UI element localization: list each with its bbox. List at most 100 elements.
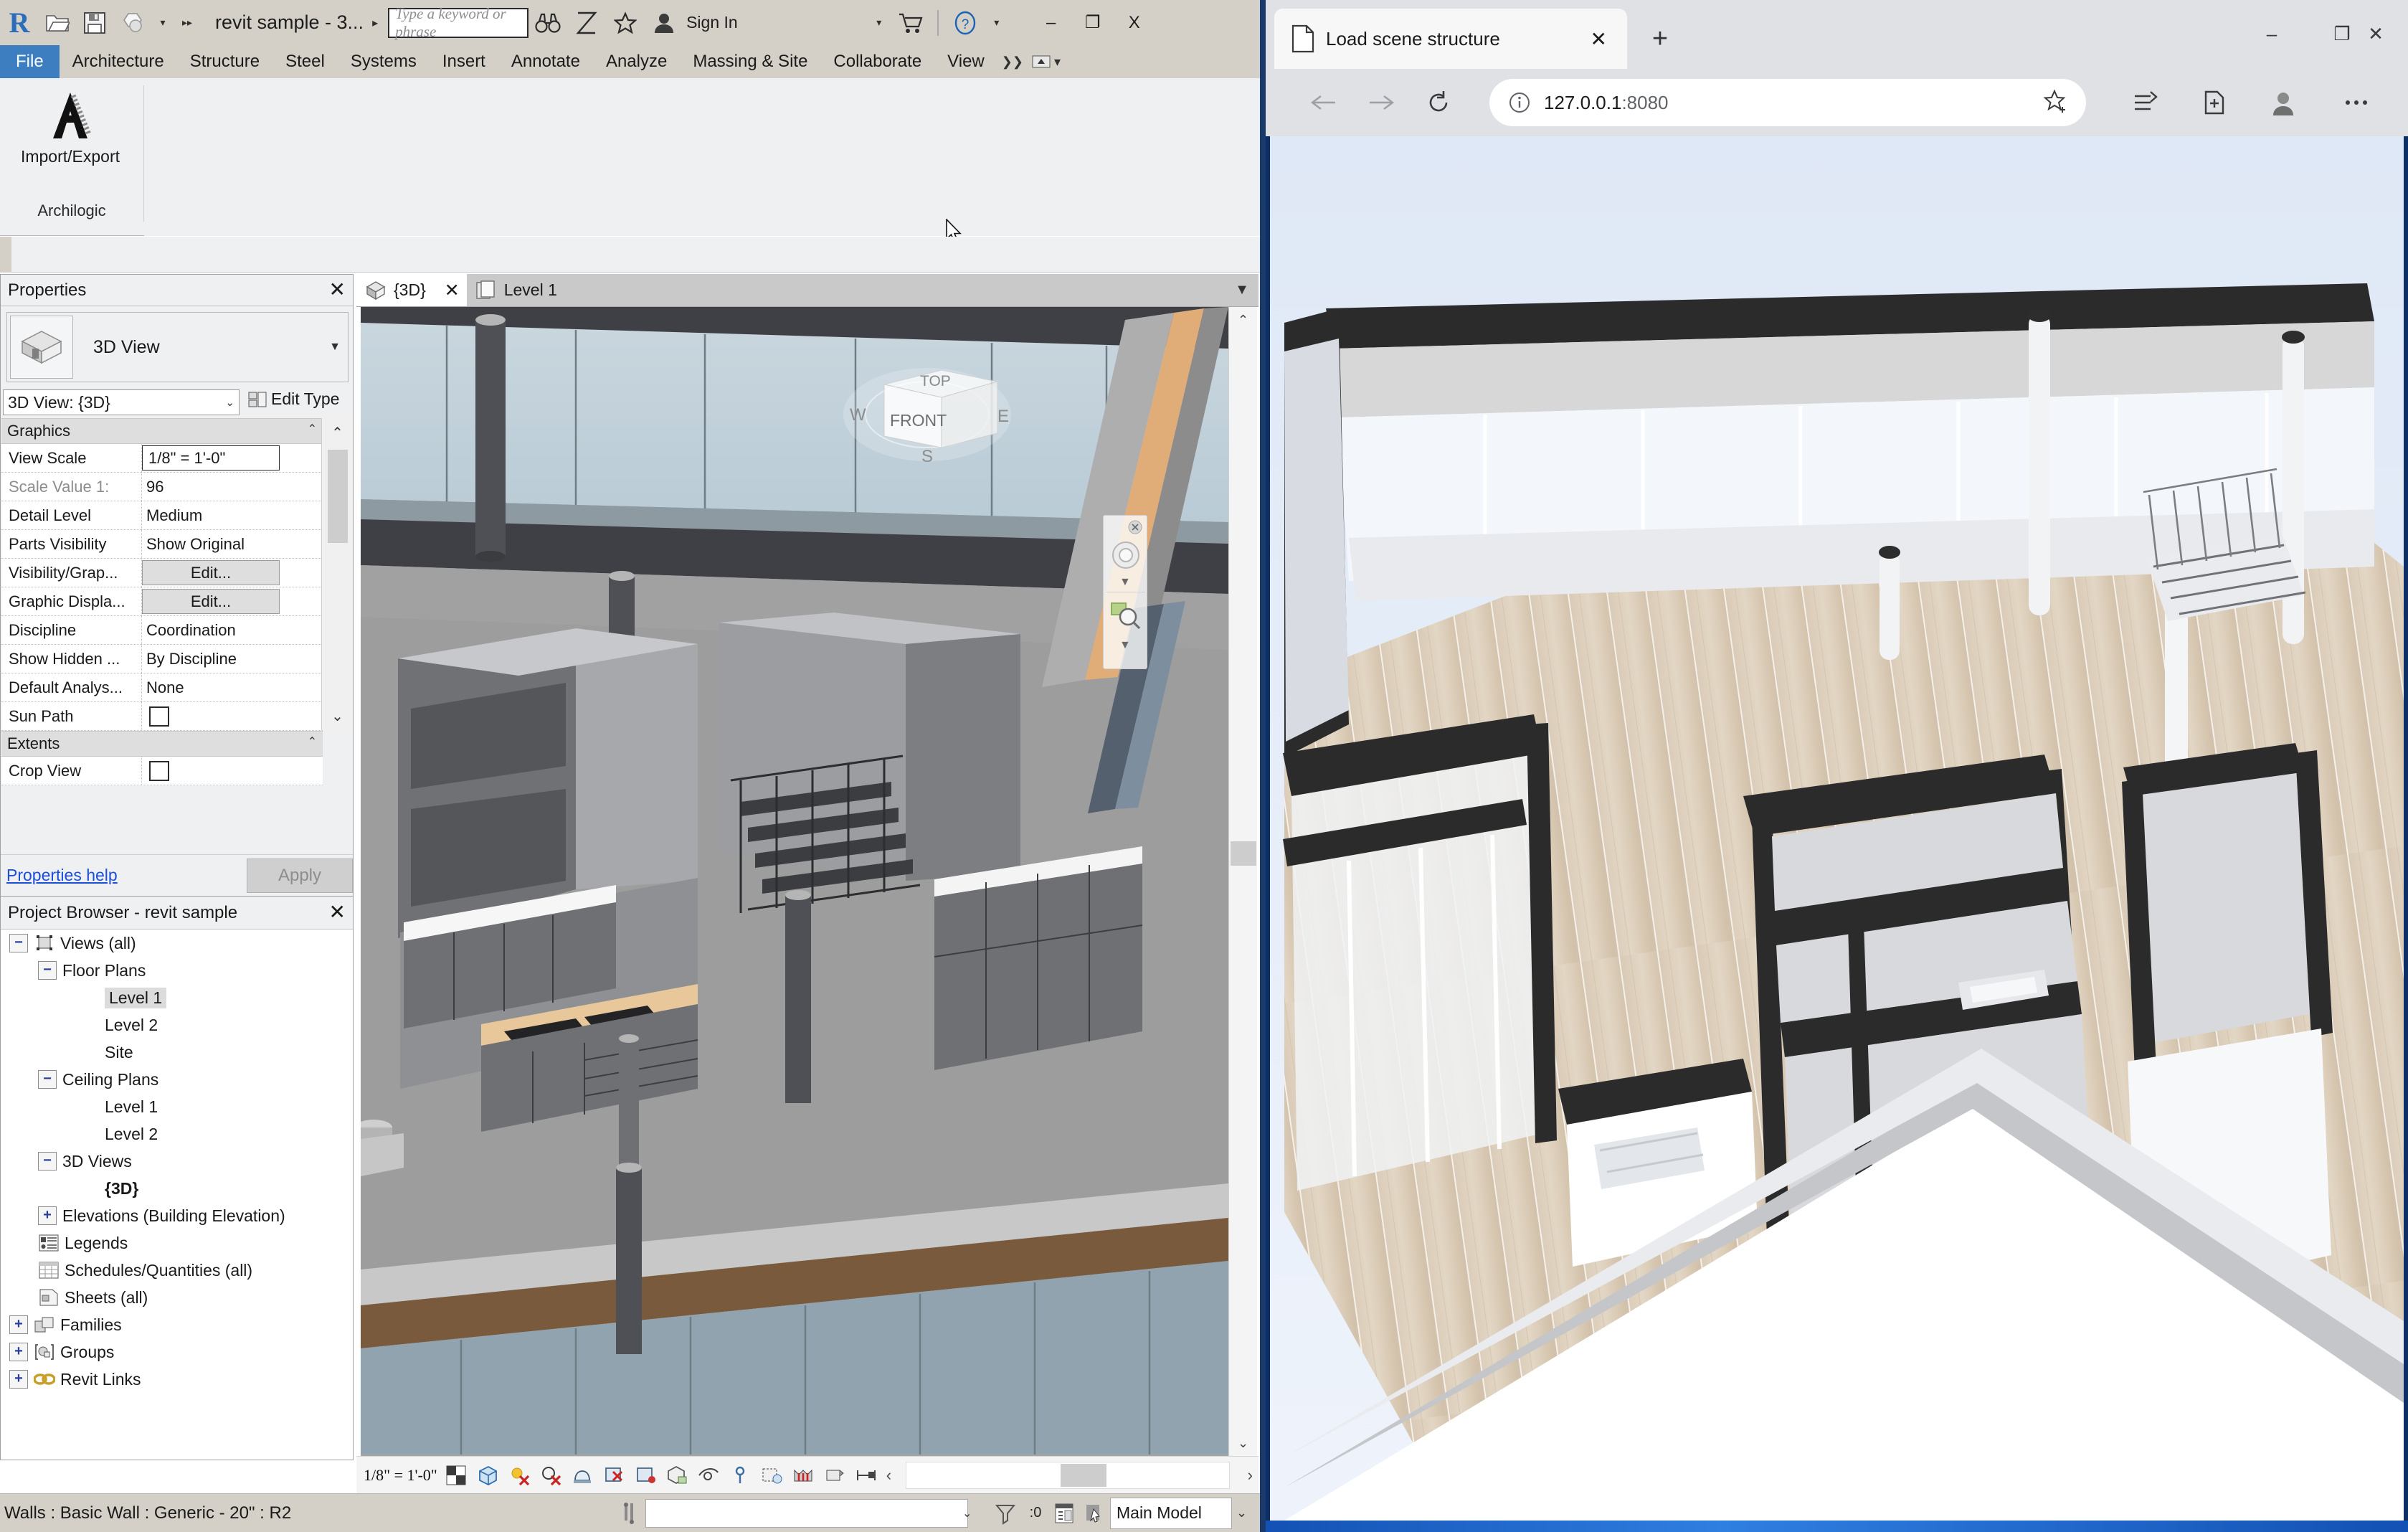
chevron-down-icon[interactable]: ⌄: [225, 396, 234, 409]
navbar-zoom-dropdown-icon[interactable]: ▼: [1119, 639, 1131, 652]
expander-icon[interactable]: +: [9, 1370, 28, 1389]
property-value[interactable]: Coordination: [142, 616, 323, 644]
tree-node-legends[interactable]: Legends: [1, 1229, 354, 1257]
cart-icon[interactable]: [891, 0, 930, 45]
autodesk-app-icon[interactable]: [567, 0, 606, 45]
more-icon[interactable]: [2331, 77, 2381, 128]
properties-help-link[interactable]: Properties help: [6, 866, 118, 885]
sun-path-checkbox[interactable]: [149, 706, 169, 727]
ribbon-tab-steel[interactable]: Steel: [272, 45, 338, 78]
navigation-bar[interactable]: ▼ ▼: [1103, 515, 1147, 669]
ribbon-tab-analyze[interactable]: Analyze: [593, 45, 680, 78]
help-icon[interactable]: ?: [946, 0, 985, 45]
favorites-icon[interactable]: [2189, 77, 2239, 128]
chevron-down-icon[interactable]: ⌄: [962, 1506, 972, 1521]
tab-close-icon[interactable]: ✕: [1591, 27, 1607, 51]
scroll-down-icon[interactable]: ⌄: [322, 701, 353, 730]
steering-wheel-icon[interactable]: [1111, 540, 1141, 574]
tree-node-groups[interactable]: + Groups: [1, 1338, 354, 1366]
collapse-icon[interactable]: ⌃: [308, 734, 317, 749]
analytical-model-icon[interactable]: [790, 1462, 816, 1488]
property-value[interactable]: None: [142, 673, 323, 701]
property-row-parts-visibility[interactable]: Parts Visibility Show Original: [1, 530, 323, 559]
design-option-selector[interactable]: [645, 1498, 968, 1528]
tree-node-elevations[interactable]: + Elevations (Building Elevation): [1, 1202, 354, 1229]
ribbon-tab-structure[interactable]: Structure: [177, 45, 272, 78]
ribbon-tab-systems[interactable]: Systems: [338, 45, 430, 78]
property-row-show-hidden[interactable]: Show Hidden ... By Discipline: [1, 645, 323, 673]
temp-view-properties-icon[interactable]: [759, 1462, 785, 1488]
scroll-up-icon[interactable]: ⌃: [1229, 307, 1257, 333]
property-row-detail-level[interactable]: Detail Level Medium: [1, 501, 323, 530]
collections-icon[interactable]: [2120, 77, 2171, 128]
scene-viewer-canvas[interactable]: [1270, 136, 2404, 1521]
zoom-icon[interactable]: [1110, 599, 1141, 633]
view-tab-3d[interactable]: {3D} ✕: [356, 274, 467, 306]
maximize-button[interactable]: ❐: [1072, 0, 1114, 45]
properties-scrollbar[interactable]: ⌃ ⌄: [321, 418, 353, 730]
tree-node-families[interactable]: + Families: [1, 1311, 354, 1338]
tree-node-sheets[interactable]: Sheets (all): [1, 1284, 354, 1311]
help-dropdown-icon[interactable]: ▾: [985, 0, 1009, 45]
project-browser-close-icon[interactable]: ✕: [329, 900, 346, 924]
view-tabs-overflow-icon[interactable]: ▼: [1226, 274, 1258, 306]
property-row-default-analysis[interactable]: Default Analys... None: [1, 673, 323, 702]
cart-dropdown-icon[interactable]: ▾: [867, 0, 891, 45]
ribbon-tab-view[interactable]: View: [934, 45, 997, 78]
account-icon[interactable]: [645, 0, 683, 45]
tree-node-revit-links[interactable]: + Revit Links: [1, 1366, 354, 1393]
scrollbar-thumb[interactable]: [1231, 841, 1256, 866]
properties-type-selector[interactable]: 3D View ▼: [6, 312, 349, 382]
close-button[interactable]: X: [1114, 0, 1155, 45]
reveal-hidden-elements-icon[interactable]: [727, 1462, 753, 1488]
scroll-up-icon[interactable]: ⌃: [322, 418, 353, 447]
profile-icon[interactable]: [2258, 77, 2308, 128]
property-value[interactable]: By Discipline: [142, 645, 323, 673]
properties-close-icon[interactable]: ✕: [329, 278, 346, 301]
show-crop-icon[interactable]: [632, 1462, 658, 1488]
sign-in-button[interactable]: Sign In: [686, 13, 738, 32]
design-options-icon[interactable]: [615, 1499, 644, 1528]
browser-close-button[interactable]: ✕: [2341, 13, 2408, 55]
tree-node-schedules[interactable]: Schedules/Quantities (all): [1, 1257, 354, 1284]
apply-button[interactable]: Apply: [247, 858, 353, 893]
ribbon-tab-massing-site[interactable]: Massing & Site: [680, 45, 820, 78]
view-cube[interactable]: W E S TOP FRONT: [834, 321, 1020, 486]
property-row-crop-view[interactable]: Crop View: [1, 757, 323, 785]
constraints-icon[interactable]: [822, 1462, 848, 1488]
browser-minimize-button[interactable]: –: [2237, 13, 2306, 55]
exclude-options-icon[interactable]: [1050, 1499, 1079, 1528]
property-row-graphic-display[interactable]: Graphic Displa... Edit...: [1, 587, 323, 616]
address-bar[interactable]: 127.0.0.1:8080: [1489, 79, 2086, 126]
crop-view-icon[interactable]: [601, 1462, 627, 1488]
sync-icon[interactable]: [113, 0, 151, 45]
filter-icon[interactable]: [991, 1499, 1020, 1528]
ribbon-tab-file[interactable]: File: [0, 45, 60, 78]
revit-3d-viewport[interactable]: W E S TOP FRONT ▼ ▼: [361, 307, 1228, 1456]
tree-node-floor-plans[interactable]: − Floor Plans: [1, 957, 354, 984]
ribbon-overflow-icon[interactable]: ❯❯: [997, 45, 1028, 78]
scrollbar-thumb[interactable]: [1061, 1463, 1106, 1487]
ribbon-tab-annotate[interactable]: Annotate: [498, 45, 593, 78]
rendering-icon[interactable]: [569, 1462, 595, 1488]
scrollbar-thumb[interactable]: [328, 450, 348, 543]
view-control-prev-icon[interactable]: ‹: [886, 1466, 891, 1485]
expander-icon[interactable]: −: [38, 961, 57, 980]
ribbon-tab-insert[interactable]: Insert: [430, 45, 498, 78]
expander-icon[interactable]: −: [9, 934, 28, 952]
viewport-vertical-scrollbar[interactable]: ⌃ ⌄: [1228, 307, 1257, 1456]
property-value[interactable]: 1/8" = 1'-0": [142, 445, 280, 471]
properties-group-extents[interactable]: Extents ⌃: [1, 731, 323, 757]
tree-node-3d-default[interactable]: {3D}: [1, 1175, 354, 1202]
property-value[interactable]: Show Original: [142, 530, 323, 558]
model-selector[interactable]: Main Model: [1110, 1497, 1232, 1529]
tree-node-floorplan-level2[interactable]: Level 2: [1, 1011, 354, 1039]
close-icon[interactable]: ✕: [445, 280, 460, 301]
properties-group-graphics[interactable]: Graphics ⌃: [1, 418, 323, 444]
property-row-discipline[interactable]: Discipline Coordination: [1, 616, 323, 645]
crop-view-checkbox[interactable]: [149, 760, 169, 781]
edit-type-button[interactable]: Edit Type: [248, 389, 339, 409]
navbar-close-icon[interactable]: [1127, 519, 1143, 539]
tree-node-floorplan-level1[interactable]: Level 1: [1, 984, 354, 1011]
collapse-icon[interactable]: ⌃: [308, 422, 317, 436]
